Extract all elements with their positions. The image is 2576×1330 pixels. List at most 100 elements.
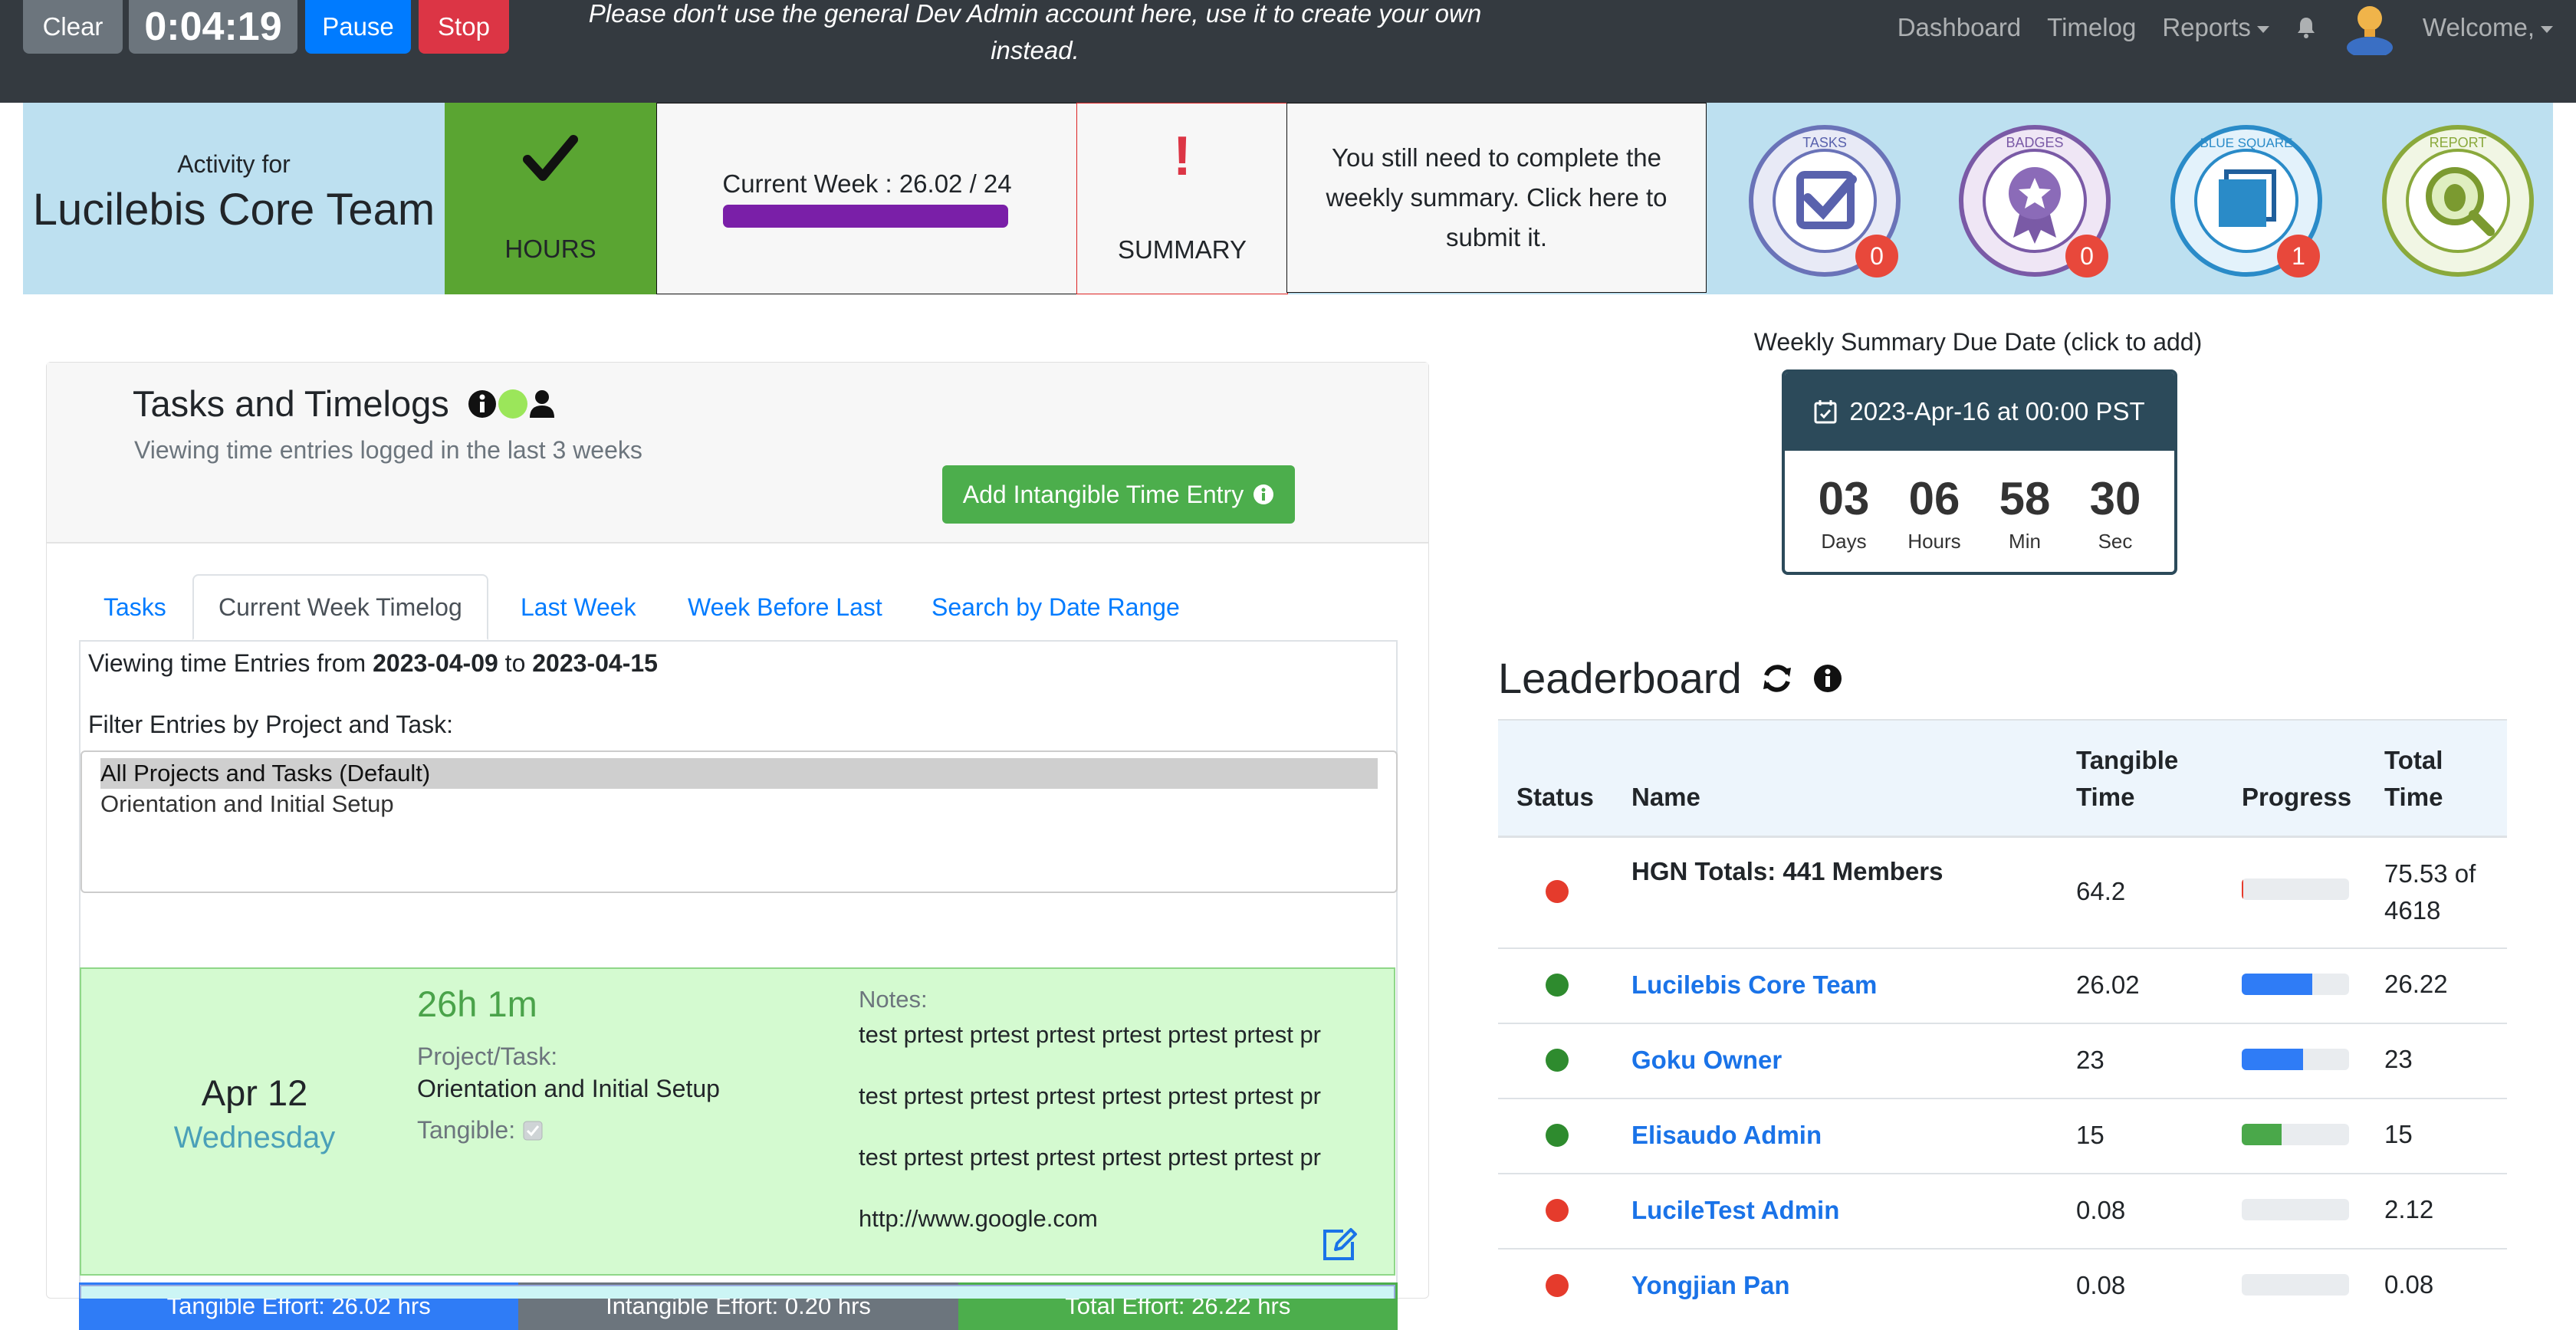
top-navbar: Clear 0:04:19 Pause Stop Please don't us…: [0, 0, 2576, 103]
entry-date: Apr 12: [201, 1072, 308, 1113]
panel-header: Tasks and Timelogs Viewing time entries …: [47, 363, 1428, 543]
totals-total-line1: 75.53 of: [2384, 859, 2476, 888]
countdown-days-label: Days: [1821, 530, 1867, 553]
panel-title-icons: [467, 389, 556, 419]
countdown-days: 03 Days: [1799, 472, 1889, 553]
entry-project-task: Orientation and Initial Setup: [417, 1075, 720, 1102]
viewing-to-date: 2023-04-15: [532, 649, 658, 677]
member-progress-bar: [2242, 1274, 2349, 1296]
timer-clear-button[interactable]: Clear: [23, 0, 123, 54]
caret-down-icon: [2256, 25, 2269, 33]
add-intangible-time-button[interactable]: Add Intangible Time Entry: [942, 465, 1295, 524]
time-entry-card: Apr 12 Wednesday 26h 1m Project/Task: Or…: [80, 967, 1395, 1276]
leaderboard-row[interactable]: Lucilebis Core Team 26.02 26.22: [1498, 947, 2507, 1024]
countdown-seconds: 30 Sec: [2070, 472, 2160, 553]
member-name-link[interactable]: Yongjian Pan: [1631, 1271, 1790, 1300]
member-name-link[interactable]: Goku Owner: [1631, 1046, 1782, 1075]
viewing-prefix: Viewing time Entries from: [88, 649, 366, 677]
status-dot: [1546, 1199, 1569, 1222]
viewing-to-word: to: [504, 649, 526, 677]
report-bug-badge[interactable]: REPORT: [2381, 124, 2535, 277]
project-task-filter-listbox[interactable]: All Projects and Tasks (Default) Orienta…: [80, 750, 1398, 893]
member-total: 2.12: [2384, 1195, 2434, 1223]
info-icon: [1254, 484, 1274, 504]
summary-bar: Activity for Lucilebis Core Team HOURS C…: [23, 103, 2553, 294]
activity-panel: Activity for Lucilebis Core Team: [23, 103, 445, 294]
badges-earned-badge[interactable]: BADGES 0: [1958, 124, 2111, 277]
entry-note-link[interactable]: http://www.google.com: [859, 1205, 1372, 1233]
status-dot: [1546, 974, 1569, 997]
tab-tasks[interactable]: Tasks: [104, 574, 166, 640]
add-intangible-time-label: Add Intangible Time Entry: [962, 480, 1244, 508]
due-date-label[interactable]: Weekly Summary Due Date (click to add): [1687, 328, 2269, 356]
header-progress: Progress: [2242, 783, 2352, 811]
info-icon[interactable]: [467, 389, 498, 419]
leaderboard-row[interactable]: Yongjian Pan 0.08 0.08: [1498, 1248, 2507, 1323]
entry-note-line: test prtest prtest prtest prtest prtest …: [859, 1082, 1322, 1109]
blue-square-count: 1: [2277, 235, 2320, 277]
timer-stop-button[interactable]: Stop: [419, 0, 509, 54]
leaderboard-header-row: Status Name Tangible Time Progress Total…: [1498, 719, 2507, 838]
nav-welcome-dropdown[interactable]: Welcome,: [2423, 13, 2553, 42]
user-icon[interactable]: [528, 389, 556, 419]
avatar-icon[interactable]: [2343, 0, 2397, 55]
leaderboard-title: Leaderboard: [1498, 654, 1742, 702]
tab-last-week[interactable]: Last Week: [521, 574, 636, 640]
panel-title: Tasks and Timelogs: [133, 383, 449, 424]
bug-magnifier-icon: REPORT: [2382, 125, 2534, 277]
member-name-link[interactable]: Lucilebis Core Team: [1631, 970, 1877, 1000]
nav-reports-dropdown[interactable]: Reports: [2162, 13, 2269, 42]
caret-down-icon: [2541, 25, 2553, 33]
current-week-label: Current Week : 26.02 / 24: [722, 169, 1012, 198]
member-tangible: 15: [2076, 1121, 2104, 1149]
header-tangible: Tangible: [2076, 746, 2179, 774]
tab-search-by-date-range[interactable]: Search by Date Range: [932, 574, 1180, 640]
countdown-hours-label: Hours: [1907, 530, 1961, 553]
header-total: Total: [2384, 746, 2443, 774]
next-time-entry-card: [80, 1285, 1395, 1299]
member-name-link[interactable]: LucileTest Admin: [1631, 1196, 1839, 1225]
countdown-days-value: 03: [1818, 473, 1870, 524]
tab-current-week-timelog[interactable]: Current Week Timelog: [192, 574, 488, 640]
panel-subtitle: Viewing time entries logged in the last …: [134, 436, 642, 464]
member-tangible: 26.02: [2076, 970, 2140, 999]
badges-earned-text: BADGES: [2006, 135, 2063, 150]
tasks-badge-count: 0: [1855, 235, 1898, 277]
tasks-badge[interactable]: TASKS 0: [1748, 124, 1901, 277]
tangible-checkbox: [523, 1121, 543, 1140]
totals-total-line2: 4618: [2384, 896, 2441, 924]
tasks-badge-text: TASKS: [1802, 135, 1847, 150]
leaderboard-row[interactable]: Elisaudo Admin 15 15: [1498, 1098, 2507, 1174]
status-dot-icon: [498, 389, 527, 419]
leaderboard-row[interactable]: LucileTest Admin 0.08 2.12: [1498, 1173, 2507, 1250]
countdown-widget[interactable]: 2023-Apr-16 at 00:00 PST 03 Days 06 Hour…: [1782, 369, 2177, 575]
header-name: Name: [1631, 783, 1700, 811]
blue-square-badge[interactable]: BLUE SQUARE 1: [2170, 124, 2323, 277]
edit-icon[interactable]: [1320, 1227, 1359, 1263]
filter-option-all[interactable]: All Projects and Tasks (Default): [100, 758, 1378, 789]
team-name: Lucilebis Core Team: [32, 185, 435, 235]
timer-pause-button[interactable]: Pause: [305, 0, 411, 54]
summary-status-tile[interactable]: ! SUMMARY: [1076, 103, 1288, 294]
leaderboard-row[interactable]: Goku Owner 23 23: [1498, 1023, 2507, 1099]
weekly-summary-reminder[interactable]: You still need to complete the weekly su…: [1286, 103, 1707, 293]
member-total: 15: [2384, 1120, 2413, 1148]
member-name-link[interactable]: Elisaudo Admin: [1631, 1121, 1822, 1150]
nav-timelog-link[interactable]: Timelog: [2047, 13, 2136, 42]
nav-dashboard-link[interactable]: Dashboard: [1898, 13, 2021, 42]
info-icon[interactable]: [1812, 663, 1843, 694]
refresh-icon[interactable]: [1760, 662, 1794, 695]
countdown-date: 2023-Apr-16 at 00:00 PST: [1849, 397, 2145, 425]
entry-notes-label: Notes:: [859, 986, 928, 1013]
calendar-check-icon: [1814, 400, 1837, 424]
viewing-range: Viewing time Entries from 2023-04-09 to …: [88, 649, 658, 678]
member-total: 23: [2384, 1045, 2413, 1073]
hours-status-tile[interactable]: HOURS: [445, 103, 656, 294]
entry-note-line: test prtest prtest prtest prtest prtest …: [859, 1144, 1322, 1171]
filter-option-orientation[interactable]: Orientation and Initial Setup: [100, 789, 1378, 819]
totals-name: HGN Totals: 441 Members: [1631, 857, 1944, 885]
bell-icon[interactable]: [2295, 16, 2317, 39]
status-dot: [1546, 1049, 1569, 1072]
member-total: 0.08: [2384, 1270, 2434, 1299]
tab-week-before-last[interactable]: Week Before Last: [688, 574, 882, 640]
